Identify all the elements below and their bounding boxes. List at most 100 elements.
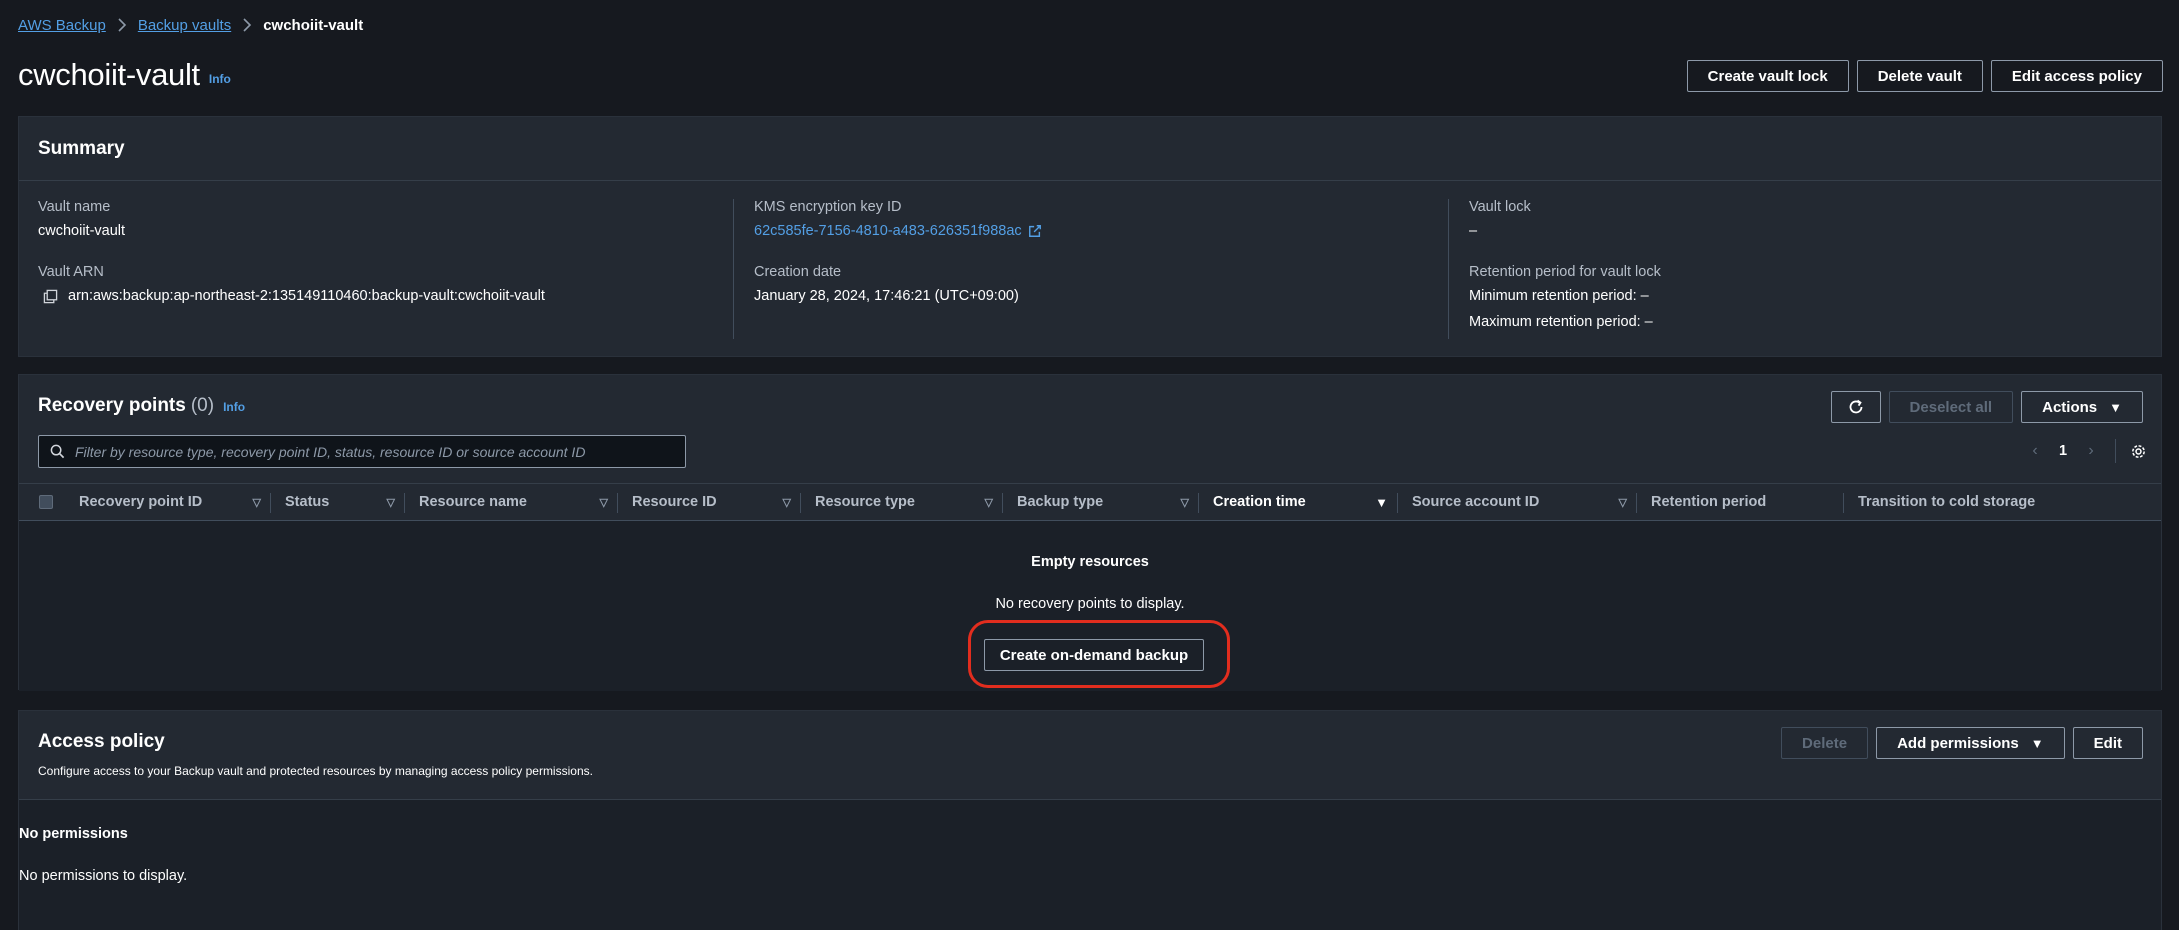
chevron-right-icon xyxy=(106,18,138,32)
column-label: Resource name xyxy=(419,494,527,510)
empty-state-description: No recovery points to display. xyxy=(995,596,1185,612)
column-label: Creation time xyxy=(1213,494,1306,510)
recovery-points-table-header: Recovery point ID ▽ Status ▽ Resource na… xyxy=(19,483,2161,521)
sort-caret-icon: ▽ xyxy=(386,496,395,509)
deselect-all-button[interactable]: Deselect all xyxy=(1888,391,2014,423)
recovery-points-info-link[interactable]: Info xyxy=(223,400,245,414)
pagination-divider xyxy=(2115,439,2116,463)
empty-state-description: No permissions to display. xyxy=(19,868,188,884)
column-label: Transition to cold storage xyxy=(1858,494,2036,510)
chevron-right-icon xyxy=(231,18,263,32)
summary-column-lock: Vault lock – Retention period for vault … xyxy=(1449,199,2149,358)
summary-body: Vault name cwchoiit-vault Vault ARN arn:… xyxy=(19,181,2161,358)
pagination: ‹ 1 › xyxy=(2021,439,2147,463)
column-resource-type[interactable]: Resource type ▽ xyxy=(801,484,1003,520)
page-header: cwchoiit-vault Info xyxy=(18,55,231,95)
page-info-link[interactable]: Info xyxy=(209,72,231,86)
column-recovery-point-id[interactable]: Recovery point ID ▽ xyxy=(27,484,271,520)
vault-lock-label: Vault lock xyxy=(1469,199,1531,215)
edit-access-policy-button[interactable]: Edit access policy xyxy=(1990,60,2163,92)
summary-title: Summary xyxy=(38,138,125,159)
summary-column-vault: Vault name cwchoiit-vault Vault ARN arn:… xyxy=(19,199,734,339)
recovery-points-panel: Recovery points (0) Info Deselect all Acti… xyxy=(18,374,2162,691)
vault-arn-row: arn:aws:backup:ap-northeast-2:1351491104… xyxy=(43,288,733,304)
page-title: cwchoiit-vault xyxy=(18,57,200,92)
edit-policy-button[interactable]: Edit xyxy=(2072,727,2143,759)
breadcrumb: AWS Backup Backup vaults cwchoiit-vault xyxy=(18,14,363,36)
create-on-demand-backup-button[interactable]: Create on-demand backup xyxy=(984,639,1204,671)
recovery-points-actions: Deselect all Actions ▼ xyxy=(1830,391,2143,423)
sort-caret-icon: ▽ xyxy=(1180,496,1189,509)
next-page-icon[interactable]: › xyxy=(2077,442,2105,460)
column-transition-cold-storage[interactable]: Transition to cold storage xyxy=(1844,484,2104,520)
delete-permission-button[interactable]: Delete xyxy=(1781,727,1869,759)
creation-date-label: Creation date xyxy=(754,264,842,280)
access-policy-panel: Access policy Configure access to your B… xyxy=(18,710,2162,930)
column-status[interactable]: Status ▽ xyxy=(271,484,405,520)
column-label: Status xyxy=(285,494,330,510)
summary-header: Summary xyxy=(19,117,2161,181)
header-actions: Create vault lock Delete vault Edit acce… xyxy=(1686,60,2163,92)
add-permissions-label: Add permissions xyxy=(1897,734,2019,752)
column-backup-type[interactable]: Backup type ▽ xyxy=(1003,484,1199,520)
sort-caret-icon: ▽ xyxy=(1618,496,1627,509)
column-label: Resource ID xyxy=(632,494,717,510)
external-link-icon xyxy=(1028,225,1041,237)
refresh-button[interactable] xyxy=(1830,391,1881,423)
sort-caret-icon: ▽ xyxy=(782,496,791,509)
actions-label: Actions xyxy=(2042,398,2098,416)
column-creation-time[interactable]: Creation time ▼ xyxy=(1199,484,1398,520)
column-resource-id[interactable]: Resource ID ▽ xyxy=(618,484,801,520)
previous-page-icon[interactable]: ‹ xyxy=(2021,442,2049,460)
breadcrumb-current: cwchoiit-vault xyxy=(263,16,364,34)
recovery-points-search xyxy=(38,435,686,468)
sort-caret-icon: ▽ xyxy=(599,496,608,509)
retention-label: Retention period for vault lock xyxy=(1469,264,1661,280)
column-source-account-id[interactable]: Source account ID ▽ xyxy=(1398,484,1637,520)
page-number[interactable]: 1 xyxy=(2049,443,2077,459)
kms-key-label: KMS encryption key ID xyxy=(754,199,902,215)
caret-down-icon: ▼ xyxy=(2030,735,2044,751)
kms-key-row: 62c585fe-7156-4810-a483-626351f988ac xyxy=(754,223,1448,239)
create-vault-lock-button[interactable]: Create vault lock xyxy=(1686,60,1849,92)
creation-date-value: January 28, 2024, 17:46:21 (UTC+09:00) xyxy=(754,288,1019,304)
vault-name-value: cwchoiit-vault xyxy=(38,223,126,239)
page: AWS Backup Backup vaults cwchoiit-vault … xyxy=(0,0,2179,930)
vault-lock-value: – xyxy=(1469,223,1478,239)
kms-key-link[interactable]: 62c585fe-7156-4810-a483-626351f988ac xyxy=(754,223,1042,239)
access-policy-empty-state: No permissions No permissions to display… xyxy=(19,800,2161,930)
empty-state-title: Empty resources xyxy=(1031,554,1149,570)
column-label: Retention period xyxy=(1651,494,1767,510)
min-retention-value: Minimum retention period: – xyxy=(1469,288,1649,304)
actions-dropdown[interactable]: Actions ▼ xyxy=(2021,391,2143,423)
vault-arn-value: arn:aws:backup:ap-northeast-2:1351491104… xyxy=(68,288,545,304)
sort-caret-icon: ▽ xyxy=(252,496,261,509)
column-label: Recovery point ID xyxy=(79,494,203,510)
vault-arn-label: Vault ARN xyxy=(38,264,104,280)
breadcrumb-backup-vaults[interactable]: Backup vaults xyxy=(138,17,231,34)
highlight-annotation: Create on-demand backup xyxy=(968,620,1230,688)
delete-vault-button[interactable]: Delete vault xyxy=(1856,60,1983,92)
access-policy-header: Access policy Configure access to your B… xyxy=(19,711,2161,800)
empty-state-title: No permissions xyxy=(19,826,128,842)
copy-icon[interactable] xyxy=(43,289,58,304)
column-label: Backup type xyxy=(1017,494,1104,510)
search-icon xyxy=(50,444,65,459)
settings-gear-icon[interactable] xyxy=(2130,443,2147,460)
summary-column-encryption: KMS encryption key ID 62c585fe-7156-4810… xyxy=(734,199,1449,339)
sort-caret-icon: ▽ xyxy=(984,496,993,509)
summary-panel: Summary Vault name cwchoiit-vault Vault … xyxy=(18,116,2162,357)
column-retention-period[interactable]: Retention period xyxy=(1637,484,1844,520)
kms-key-value: 62c585fe-7156-4810-a483-626351f988ac xyxy=(754,223,1022,239)
column-label: Source account ID xyxy=(1412,494,1540,510)
recovery-points-count: (0) xyxy=(190,395,215,416)
search-input[interactable] xyxy=(75,443,665,460)
add-permissions-dropdown[interactable]: Add permissions ▼ xyxy=(1876,727,2065,759)
recovery-points-title-row: Recovery points (0) Info xyxy=(38,395,245,417)
refresh-icon xyxy=(1849,399,1862,414)
column-resource-name[interactable]: Resource name ▽ xyxy=(405,484,618,520)
breadcrumb-aws-backup[interactable]: AWS Backup xyxy=(18,17,106,34)
recovery-points-empty-state: Empty resources No recovery points to di… xyxy=(19,521,2161,691)
sort-descending-icon: ▼ xyxy=(1375,494,1388,510)
vault-name-label: Vault name xyxy=(38,199,111,215)
